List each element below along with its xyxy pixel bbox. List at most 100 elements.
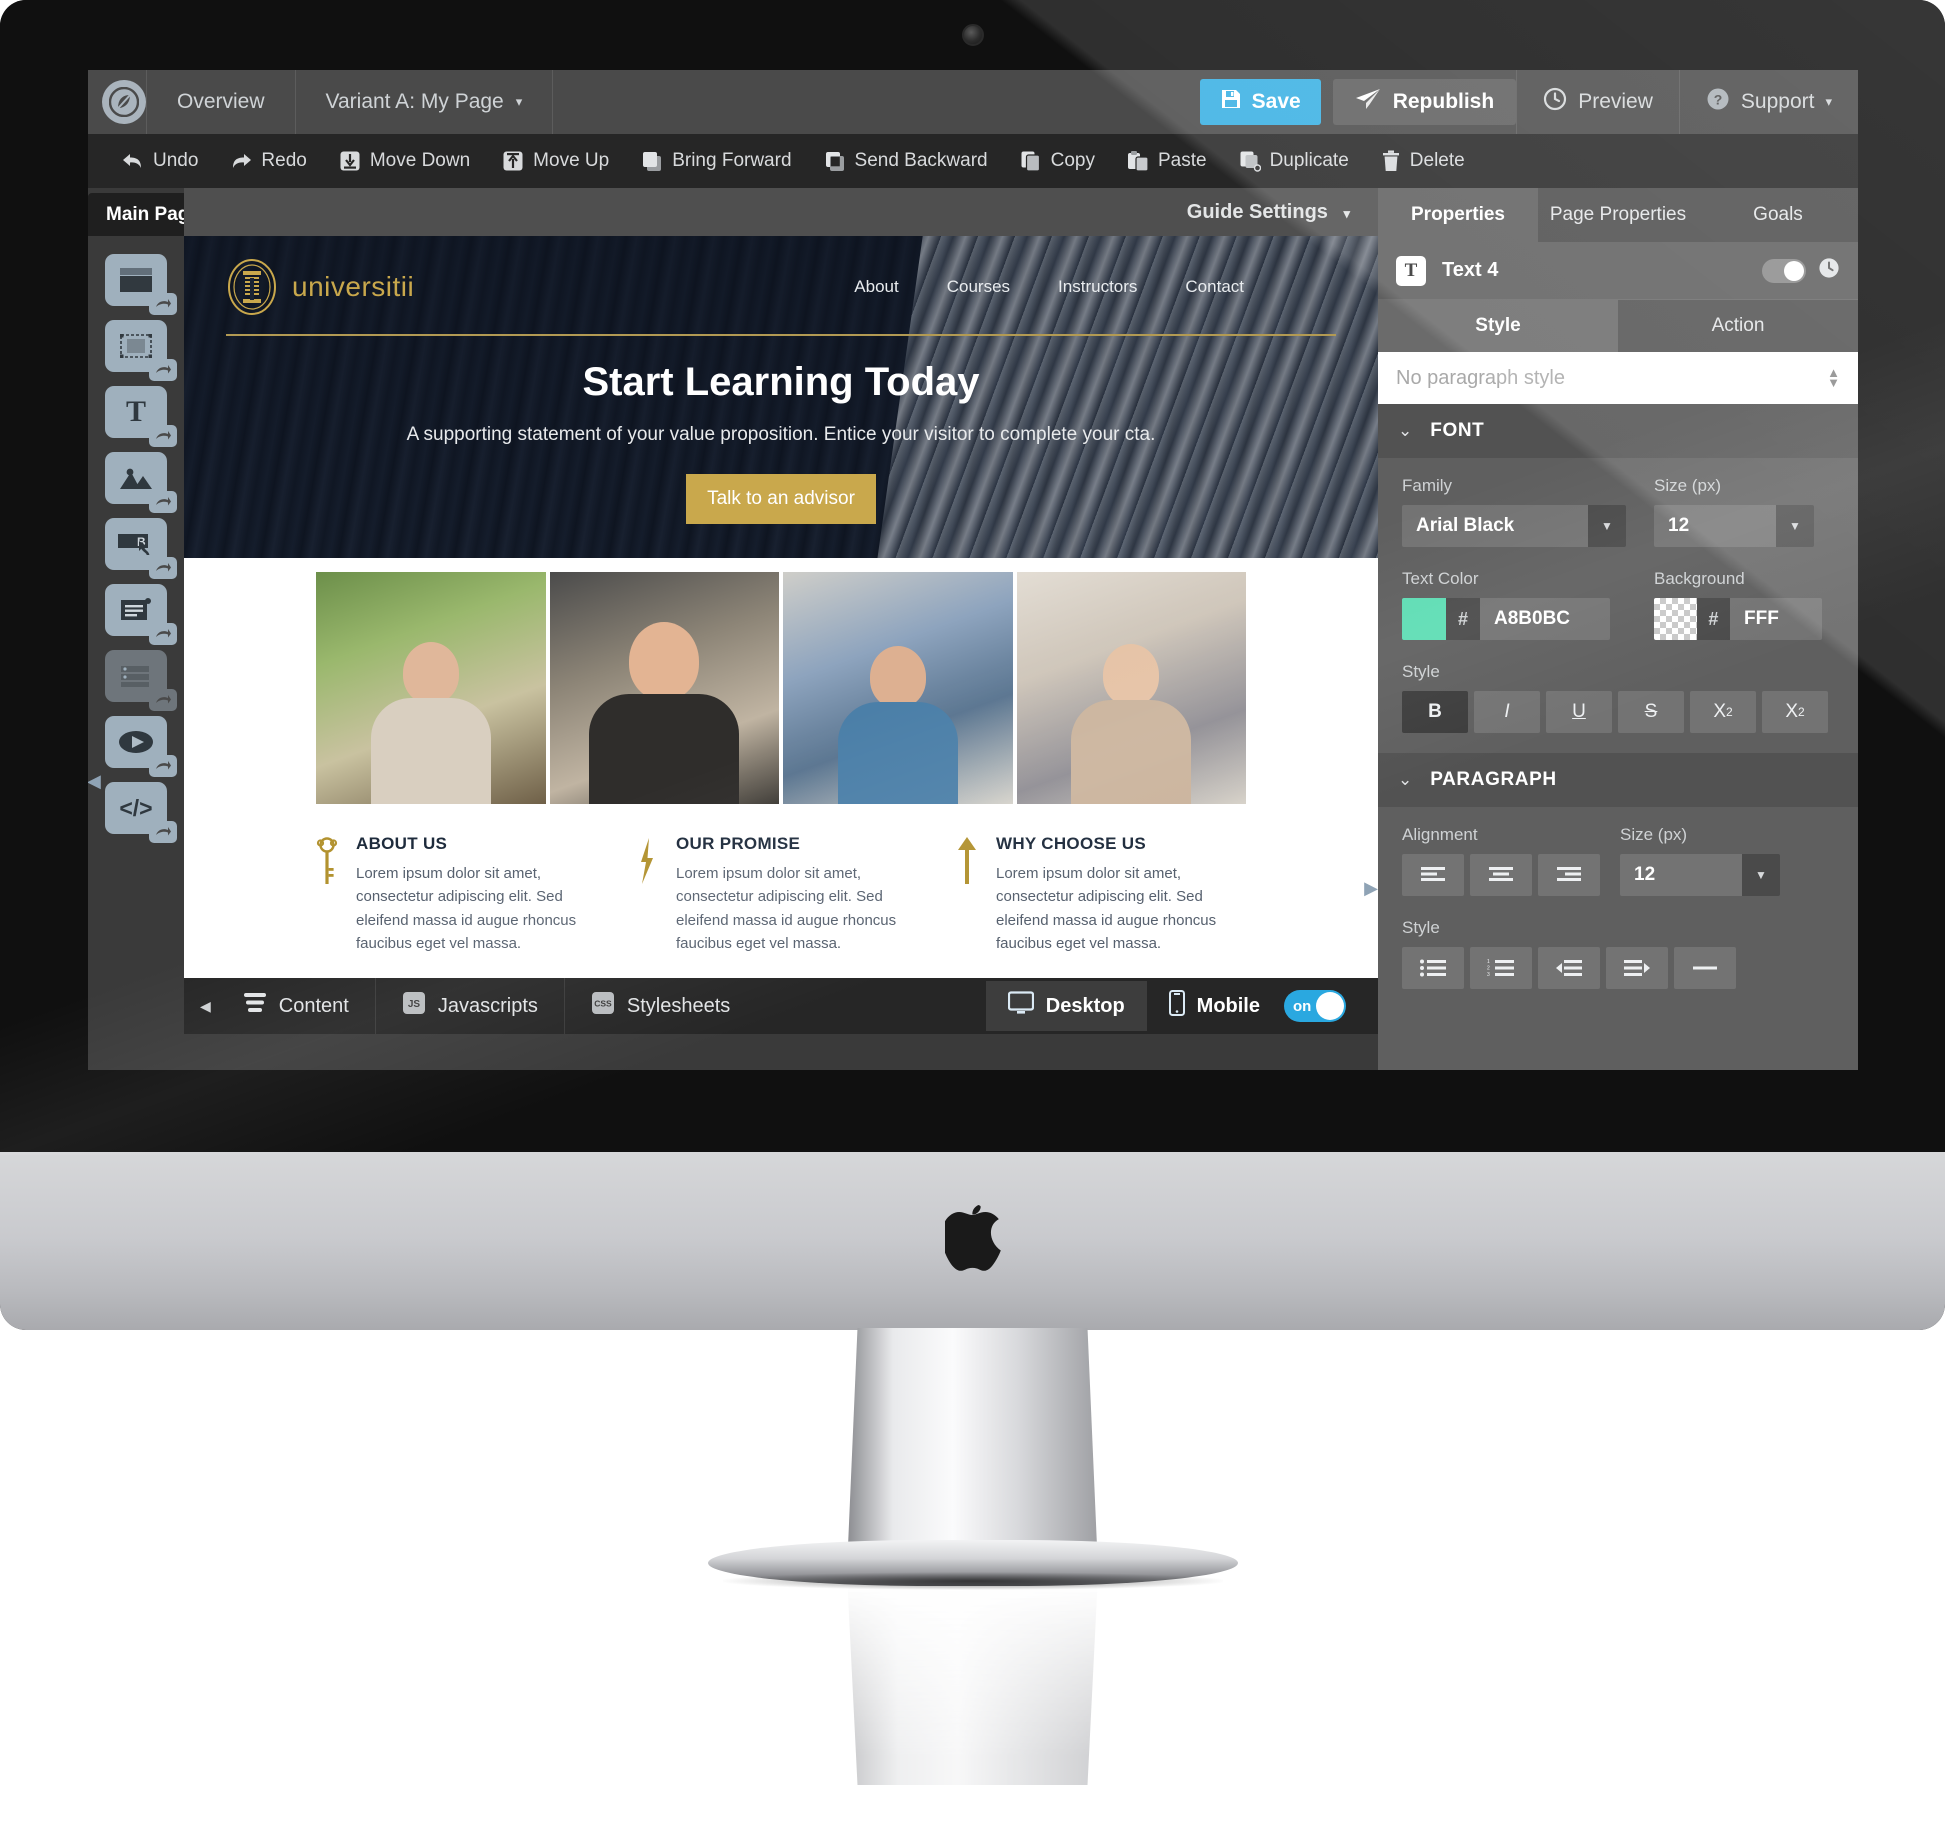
undo-button[interactable]: Undo xyxy=(106,134,214,188)
photo-student-with-backpack[interactable] xyxy=(1016,572,1246,804)
bottom-tab-content[interactable]: Content xyxy=(217,978,375,1034)
university-crest-icon xyxy=(226,258,278,316)
bottom-tab-javascripts[interactable]: JS Javascripts xyxy=(374,978,564,1034)
hero-subheading[interactable]: A supporting statement of your value pro… xyxy=(184,421,1378,450)
background-color-hex-input[interactable]: FFF xyxy=(1730,598,1822,640)
shape-tool[interactable] xyxy=(105,320,177,381)
view-mobile-button[interactable]: Mobile on xyxy=(1147,981,1368,1031)
subtab-action[interactable]: Action xyxy=(1618,300,1858,352)
bring-forward-button[interactable]: Bring Forward xyxy=(625,134,807,188)
paragraph-size-value[interactable]: 12 xyxy=(1620,854,1742,896)
text-tool[interactable]: T xyxy=(105,386,177,447)
feature-our-promise[interactable]: OUR PROMISE Lorem ipsum dolor sit amet, … xyxy=(636,834,926,955)
underline-button[interactable]: U xyxy=(1546,691,1612,733)
subscript-button[interactable]: X2 xyxy=(1762,691,1828,733)
chevron-down-icon: ⌄ xyxy=(1398,421,1413,440)
save-button[interactable]: Save xyxy=(1199,79,1321,125)
align-center-icon[interactable] xyxy=(1470,854,1532,896)
move-up-button[interactable]: Move Up xyxy=(486,134,625,188)
feature-why-choose-us[interactable]: WHY CHOOSE US Lorem ipsum dolor sit amet… xyxy=(956,834,1246,955)
video-tool[interactable] xyxy=(105,716,177,777)
feature-body: Lorem ipsum dolor sit amet, consectetur … xyxy=(676,865,897,952)
page-preview[interactable]: universitii About Courses Instructors Co… xyxy=(184,236,1378,978)
image-tool[interactable] xyxy=(105,452,177,513)
font-family-dropdown-icon[interactable]: ▼ xyxy=(1588,505,1626,547)
font-family-value[interactable]: Arial Black xyxy=(1402,505,1588,547)
bold-button[interactable]: B xyxy=(1402,691,1468,733)
font-section-header[interactable]: ⌄ FONT xyxy=(1378,404,1858,458)
view-desktop-button[interactable]: Desktop xyxy=(985,981,1147,1031)
font-size-value[interactable]: 12 xyxy=(1654,505,1776,547)
tab-goals[interactable]: Goals xyxy=(1698,188,1858,242)
paragraph-size-dropdown-icon[interactable]: ▼ xyxy=(1742,854,1780,896)
button-tool[interactable]: B xyxy=(105,518,177,579)
italic-button[interactable]: I xyxy=(1474,691,1540,733)
chevron-down-icon: ▾ xyxy=(1825,94,1832,109)
form-tool[interactable] xyxy=(105,584,177,645)
delete-button[interactable]: Delete xyxy=(1365,134,1481,188)
strikethrough-button[interactable]: S xyxy=(1618,691,1684,733)
horizontal-rule-icon[interactable] xyxy=(1674,947,1736,989)
photo-student-at-laptop[interactable] xyxy=(783,572,1013,804)
bottom-tab-stylesheets[interactable]: CSS Stylesheets xyxy=(563,978,756,1034)
support-button[interactable]: ? Support ▾ xyxy=(1680,70,1858,134)
redo-icon xyxy=(230,151,252,171)
stand-reflection xyxy=(848,1585,1098,1785)
selected-layer-name[interactable]: Text 4 xyxy=(1442,259,1498,282)
bullet-list-icon[interactable] xyxy=(1402,947,1464,989)
guide-settings-button[interactable]: Guide Settings ▾ xyxy=(1187,201,1350,224)
outdent-icon[interactable] xyxy=(1538,947,1600,989)
font-size-dropdown-icon[interactable]: ▼ xyxy=(1776,505,1814,547)
tab-properties[interactable]: Properties xyxy=(1378,188,1538,242)
photo-young-man-portrait[interactable] xyxy=(549,572,779,804)
republish-button[interactable]: Republish xyxy=(1332,79,1517,125)
align-left-icon[interactable] xyxy=(1402,854,1464,896)
trash-icon xyxy=(1381,150,1401,172)
numbered-list-icon[interactable]: 1 2 3 xyxy=(1470,947,1532,989)
monitor-icon xyxy=(1007,991,1034,1021)
stepper-updown-icon: ▲ ▼ xyxy=(1827,364,1840,390)
indent-icon[interactable] xyxy=(1606,947,1668,989)
background-color-swatch[interactable] xyxy=(1654,598,1697,640)
feature-about-us[interactable]: ABOUT US Lorem ipsum dolor sit amet, con… xyxy=(316,834,606,955)
site-nav-instructors[interactable]: Instructors xyxy=(1058,277,1137,297)
section-tool[interactable] xyxy=(105,254,177,315)
duplicate-button[interactable]: Duplicate xyxy=(1223,134,1365,188)
hero-heading[interactable]: Start Learning Today xyxy=(184,360,1378,405)
redo-button[interactable]: Redo xyxy=(214,134,322,188)
move-down-button[interactable]: Move Down xyxy=(323,134,486,188)
undo-icon xyxy=(122,151,144,171)
tab-properties-label: Properties xyxy=(1411,204,1505,225)
site-nav-courses[interactable]: Courses xyxy=(947,277,1010,297)
mobile-toggle[interactable]: on xyxy=(1284,990,1346,1022)
tab-page-properties[interactable]: Page Properties xyxy=(1538,188,1698,242)
site-nav-contact[interactable]: Contact xyxy=(1185,277,1244,297)
save-button-label: Save xyxy=(1251,90,1301,113)
leaf-logo-icon[interactable] xyxy=(102,80,146,124)
site-nav-about[interactable]: About xyxy=(854,277,898,297)
paste-icon xyxy=(1127,150,1149,172)
list-tool[interactable] xyxy=(105,650,177,711)
text-color-hex-input[interactable]: A8B0BC xyxy=(1480,598,1610,640)
copy-button[interactable]: Copy xyxy=(1004,134,1111,188)
panel-resize-handle-right[interactable]: ▶ xyxy=(1364,878,1378,899)
text-color-swatch[interactable] xyxy=(1402,598,1446,640)
hero-cta-button[interactable]: Talk to an advisor xyxy=(686,473,876,524)
align-right-icon[interactable] xyxy=(1538,854,1600,896)
send-backward-button[interactable]: Send Backward xyxy=(808,134,1004,188)
clock-history-icon[interactable] xyxy=(1818,257,1840,284)
panel-resize-handle-left[interactable]: ◀ xyxy=(88,770,103,792)
divider xyxy=(552,70,554,134)
paragraph-style-select[interactable]: No paragraph style ▲ ▼ xyxy=(1378,352,1858,404)
photo-student-reading-outdoors[interactable] xyxy=(316,572,546,804)
layer-visibility-toggle[interactable] xyxy=(1762,258,1806,283)
variant-selector[interactable]: Variant A: My Page ▾ xyxy=(296,70,553,134)
code-tool[interactable]: </> xyxy=(105,782,177,843)
paste-button[interactable]: Paste xyxy=(1111,134,1223,188)
preview-button[interactable]: Preview xyxy=(1517,70,1679,134)
subtab-style[interactable]: Style xyxy=(1378,300,1618,352)
superscript-button[interactable]: X2 xyxy=(1690,691,1756,733)
collapse-left-icon[interactable]: ◀ xyxy=(184,998,217,1015)
paragraph-section-header[interactable]: ⌄ PARAGRAPH xyxy=(1378,753,1858,807)
nav-overview[interactable]: Overview xyxy=(147,70,295,134)
